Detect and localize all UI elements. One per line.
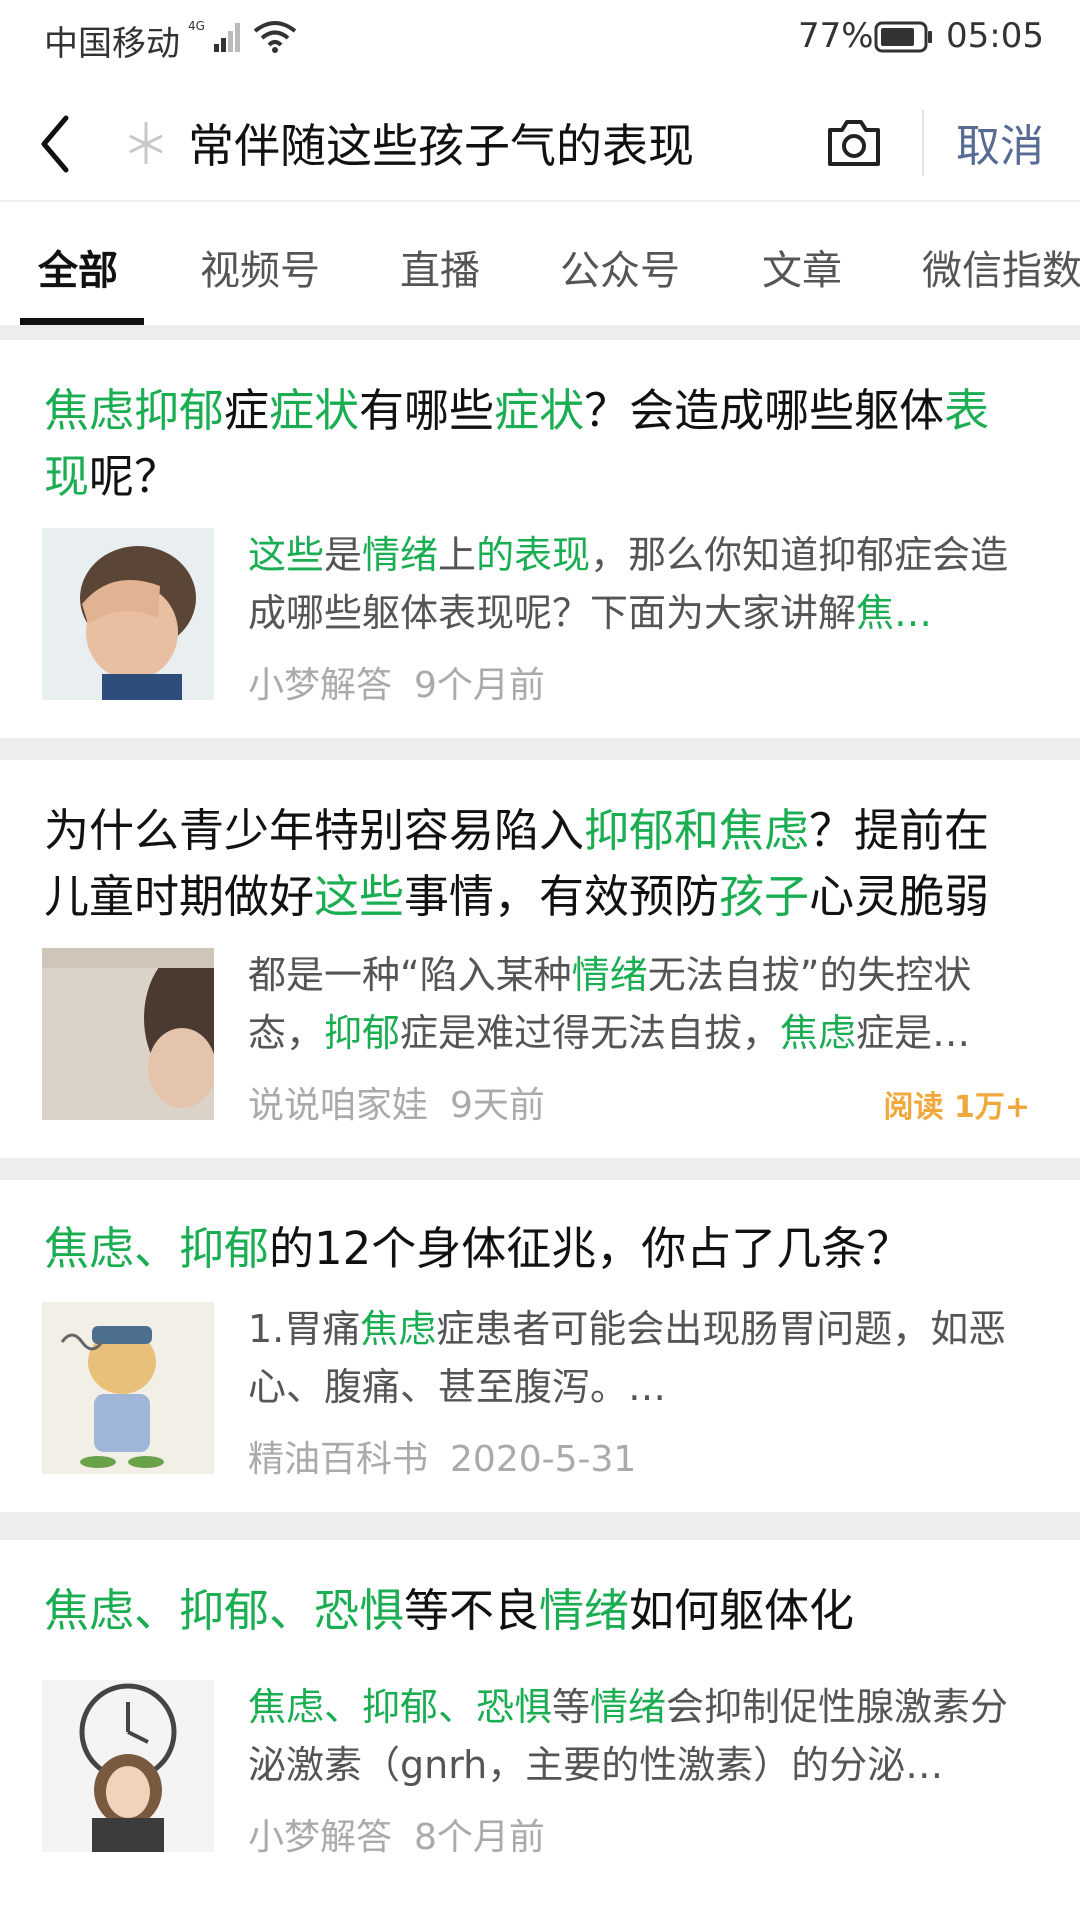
search-result-card[interactable]: 为什么青少年特别容易陷入抑郁和焦虑？提前在儿童时期做好这些事情，有效预防孩子心灵… bbox=[0, 760, 1080, 1158]
tab-bar: 全部 视频号 直播 公众号 文章 微信指数 bbox=[0, 202, 1080, 325]
highlighted-keyword: 情绪 bbox=[571, 953, 648, 997]
text-segment: 症 bbox=[224, 384, 270, 437]
active-tab-indicator bbox=[20, 318, 144, 325]
text-segment: 症是… bbox=[856, 1011, 971, 1055]
tab-channels[interactable]: 视频号 bbox=[200, 238, 320, 296]
text-segment: 呢？ bbox=[89, 450, 180, 503]
tab-all[interactable]: 全部 bbox=[38, 238, 118, 296]
highlighted-keyword: 的表现 bbox=[476, 533, 591, 577]
clock: 05:05 bbox=[946, 16, 1044, 56]
text-segment: 等不良 bbox=[404, 1584, 540, 1637]
result-thumbnail bbox=[42, 948, 214, 1120]
text-segment: 都是一种“陷入某种 bbox=[248, 953, 572, 997]
camera-icon[interactable] bbox=[824, 114, 884, 170]
highlighted-keyword: 情绪 bbox=[362, 533, 439, 577]
status-bar: 中国移动 4G 77% 05:05 bbox=[0, 0, 1080, 80]
text-segment: 如何躯体化 bbox=[629, 1584, 855, 1637]
result-meta: 小梦解答 9个月前 bbox=[248, 656, 545, 708]
text-segment: 上 bbox=[438, 533, 477, 577]
highlighted-keyword: 情绪 bbox=[539, 1584, 630, 1637]
result-meta: 精油百科书 2020-5-31 bbox=[248, 1430, 636, 1482]
highlighted-keyword: 焦虑 bbox=[780, 1011, 857, 1055]
tab-articles[interactable]: 文章 bbox=[762, 238, 842, 296]
battery-icon bbox=[874, 21, 932, 53]
text-segment: 为什么青少年特别容易陷入 bbox=[44, 804, 585, 857]
cancel-button[interactable]: 取消 bbox=[956, 110, 1044, 174]
result-meta: 说说咱家娃 9天前 bbox=[248, 1076, 545, 1128]
clear-search-icon[interactable] bbox=[124, 118, 168, 168]
result-title[interactable]: 焦虑、抑郁、恐惧等不良情绪如何躯体化 bbox=[44, 1578, 1034, 1644]
highlighted-keyword: 焦虑 bbox=[360, 1307, 437, 1351]
cellular-signal-icon: 4G bbox=[188, 19, 240, 52]
result-time: 8个月前 bbox=[414, 1817, 545, 1858]
highlighted-keyword: 焦虑抑郁 bbox=[44, 384, 225, 437]
text-segment: 是 bbox=[324, 533, 363, 577]
highlighted-keyword: 抑郁 bbox=[324, 1011, 401, 1055]
result-author[interactable]: 精油百科书 bbox=[248, 1439, 428, 1480]
wifi-icon bbox=[253, 21, 297, 53]
search-result-card[interactable]: 焦虑抑郁症症状有哪些症状？会造成哪些躯体表现呢？ 这些是情绪上的表现，那么你知道… bbox=[0, 340, 1080, 738]
read-count: 阅读 1万+ bbox=[883, 1090, 1030, 1125]
highlighted-keyword: 这些 bbox=[248, 533, 325, 577]
highlighted-keyword: 症状 bbox=[269, 384, 360, 437]
carrier-name: 中国移动 bbox=[44, 24, 180, 64]
highlighted-keyword: 情绪 bbox=[590, 1685, 667, 1729]
text-segment: 心灵脆弱 bbox=[809, 870, 990, 923]
text-segment: 有哪些 bbox=[359, 384, 495, 437]
result-author[interactable]: 说说咱家娃 bbox=[248, 1085, 428, 1126]
highlighted-keyword: 焦… bbox=[856, 591, 933, 635]
result-title[interactable]: 为什么青少年特别容易陷入抑郁和焦虑？提前在儿童时期做好这些事情，有效预防孩子心灵… bbox=[44, 798, 1034, 930]
search-bar: 常伴随这些孩子气的表现 取消 bbox=[0, 90, 1080, 200]
battery-percent: 77% bbox=[798, 16, 874, 56]
search-result-card[interactable]: 焦虑、抑郁的12个身体征兆，你占了几条？ 1.胃痛焦虑症患者可能会出现肠胃问题，… bbox=[0, 1180, 1080, 1512]
tab-wechat-index[interactable]: 微信指数 bbox=[922, 238, 1080, 296]
text-segment: 事情，有效预防 bbox=[404, 870, 720, 923]
top-bar: 中国移动 4G 77% 05:05 常伴随这些孩子气的表现 取消 全部 视频号 … bbox=[0, 0, 1080, 325]
result-thumbnail bbox=[42, 528, 214, 700]
divider bbox=[922, 110, 924, 176]
highlighted-keyword: 抑郁和焦虑 bbox=[584, 804, 810, 857]
result-title[interactable]: 焦虑、抑郁的12个身体征兆，你占了几条？ bbox=[44, 1216, 1034, 1282]
result-thumbnail bbox=[42, 1302, 214, 1474]
highlighted-keyword: 焦虑、抑郁 bbox=[44, 1222, 270, 1275]
highlighted-keyword: 孩子 bbox=[719, 870, 810, 923]
text-segment: 症是难过得无法自拔， bbox=[400, 1011, 781, 1055]
back-arrow-icon[interactable] bbox=[36, 112, 76, 176]
highlighted-keyword: 焦虑、抑郁、恐惧 bbox=[248, 1685, 553, 1729]
search-result-card[interactable]: 焦虑、抑郁、恐惧等不良情绪如何躯体化 焦虑、抑郁、恐惧等情绪会抑制促性腺激素分泌… bbox=[0, 1540, 1080, 1920]
tab-live[interactable]: 直播 bbox=[400, 238, 480, 296]
network-type: 4G bbox=[188, 19, 205, 33]
result-snippet: 1.胃痛焦虑症患者可能会出现肠胃问题，如恶心、腹痛、甚至腹泻。… bbox=[248, 1300, 1038, 1416]
text-segment: ？会造成哪些躯体 bbox=[584, 384, 945, 437]
highlighted-keyword: 这些 bbox=[314, 870, 405, 923]
text-segment: 的12个身体征兆，你占了几条？ bbox=[269, 1222, 912, 1275]
result-snippet: 这些是情绪上的表现，那么你知道抑郁症会造成哪些躯体表现呢？下面为大家讲解焦… bbox=[248, 526, 1038, 642]
search-input[interactable]: 常伴随这些孩子气的表现 bbox=[188, 110, 748, 176]
highlighted-keyword: 症状 bbox=[494, 384, 585, 437]
text-segment: 1.胃痛 bbox=[248, 1307, 361, 1351]
result-time: 2020-5-31 bbox=[450, 1439, 637, 1480]
highlighted-keyword: 焦虑、抑郁、恐惧 bbox=[44, 1584, 405, 1637]
result-time: 9天前 bbox=[450, 1085, 545, 1126]
result-author[interactable]: 小梦解答 bbox=[248, 1817, 392, 1858]
text-segment: 等 bbox=[552, 1685, 591, 1729]
result-author[interactable]: 小梦解答 bbox=[248, 665, 392, 706]
result-thumbnail bbox=[42, 1680, 214, 1852]
result-snippet: 焦虑、抑郁、恐惧等情绪会抑制促性腺激素分泌激素（gnrh，主要的性激素）的分泌… bbox=[248, 1678, 1038, 1794]
result-snippet: 都是一种“陷入某种情绪无法自拔”的失控状态，抑郁症是难过得无法自拔，焦虑症是… bbox=[248, 946, 1038, 1062]
result-meta: 小梦解答 8个月前 bbox=[248, 1808, 545, 1860]
result-title[interactable]: 焦虑抑郁症症状有哪些症状？会造成哪些躯体表现呢？ bbox=[44, 378, 1034, 510]
tab-official-accounts[interactable]: 公众号 bbox=[560, 238, 680, 296]
result-time: 9个月前 bbox=[414, 665, 545, 706]
